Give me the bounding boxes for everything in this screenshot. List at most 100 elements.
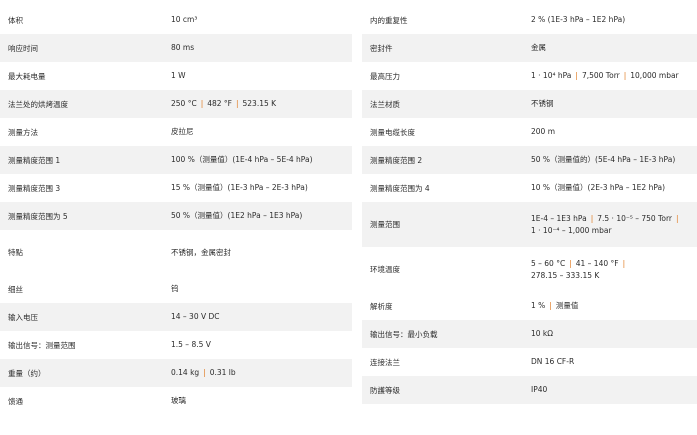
value-part: 278.15 – 333.15 K — [531, 270, 600, 280]
value-part: 皮拉尼 — [171, 127, 194, 136]
spec-row: 重量（约） 0.14 kg | 0.31 lb — [0, 359, 352, 387]
value-separator: | — [549, 301, 552, 310]
spec-label: 连接法兰 — [370, 357, 400, 367]
value-part: 1 % — [531, 301, 546, 310]
spec-value: 5 – 60 °C | 41 – 140 °F | 278.15 – 333.15 K — [531, 258, 689, 282]
spec-label: 测量精度范围 2 — [370, 155, 423, 165]
spec-row: 测量精度范围 2 50 %（测量值的）(5E-4 hPa – 1E-3 hPa) — [362, 146, 697, 174]
spec-label: 密封件 — [370, 43, 393, 53]
spec-value: 不锈钢，金属密封 — [171, 247, 344, 259]
spec-value: 0.14 kg | 0.31 lb — [171, 367, 344, 379]
spec-label: 测量精度范围 1 — [8, 155, 61, 165]
spec-row: 细丝 钨 — [0, 275, 352, 303]
value-part: 41 – 140 °F — [575, 258, 619, 268]
spec-row: 密封件 金属 — [362, 34, 697, 62]
spec-value: 1 % | 测量值 — [531, 300, 689, 312]
spec-value: 不锈钢 — [531, 98, 689, 110]
spec-value: 50 %（测量值）(1E2 hPa – 1E3 hPa) — [171, 210, 344, 222]
value-part: 0.31 lb — [209, 368, 236, 377]
spec-row: 最大耗电量 1 W — [0, 62, 352, 90]
value-separator: | — [203, 368, 206, 377]
spec-label: 输出信号：最小负载 — [370, 329, 438, 339]
spec-value: 50 %（测量值的）(5E-4 hPa – 1E-3 hPa) — [531, 154, 689, 166]
spec-value: 1E-4 – 1E3 hPa | 7.5 · 10⁻⁵ – 750 Torr | 1 ·… — [531, 213, 689, 237]
spec-row: 测量范围 1E-4 – 1E3 hPa | 7.5 · 10⁻⁵ – 750 Torr… — [362, 202, 697, 247]
value-separator: | — [575, 71, 578, 80]
spec-value: 10 cm³ — [171, 14, 344, 26]
spec-label: 最大耗电量 — [8, 71, 46, 81]
spec-label: 测量精度范围为 4 — [370, 183, 430, 193]
spec-value: 金属 — [531, 42, 689, 54]
value-part: IP40 — [531, 385, 548, 394]
value-separator: | — [623, 71, 627, 80]
spec-value: 2 % (1E-3 hPa – 1E2 hPa) — [531, 14, 689, 26]
spec-row: 解析度 1 % | 测量值 — [362, 292, 697, 320]
spec-label: 细丝 — [8, 284, 23, 294]
value-part: 0.14 kg — [171, 368, 200, 377]
spec-row: 体积 10 cm³ — [0, 6, 352, 34]
spec-value: 1.5 – 8.5 V — [171, 339, 344, 351]
spec-table: 体积 10 cm³ 响应时间 80 ms 最大耗电量 1 W 法兰处的烘烤温度 250 °C |… — [0, 0, 697, 435]
spec-value: 80 ms — [171, 42, 344, 54]
value-separator: | — [622, 258, 626, 268]
value-part: 10 %（测量值）(2E-3 hPa – 1E2 hPa) — [531, 183, 666, 192]
spec-label: 测量电缆长度 — [370, 127, 415, 137]
value-part: 1 · 10⁴ hPa — [531, 71, 572, 80]
spec-row: 测量精度范围为 4 10 %（测量值）(2E-3 hPa – 1E2 hPa) — [362, 174, 697, 202]
spec-label: 输出信号：测量范围 — [8, 340, 76, 350]
spec-row: 环境温度 5 – 60 °C | 41 – 140 °F | 278.15 – 333.1… — [362, 247, 697, 292]
spec-row: 连接法兰 DN 16 CF-R — [362, 348, 697, 376]
value-part: 2 % (1E-3 hPa – 1E2 hPa) — [531, 15, 626, 24]
spec-row: 输入电压 14 – 30 V DC — [0, 303, 352, 331]
value-part: 1.5 – 8.5 V — [171, 340, 211, 349]
value-part: 7,500 Torr — [581, 71, 620, 80]
spec-row: 测量电缆长度 200 m — [362, 118, 697, 146]
spec-label: 内的重复性 — [370, 15, 408, 25]
value-part: 10,000 mbar — [630, 71, 679, 80]
spec-row: 输出信号：最小负载 10 kΩ — [362, 320, 697, 348]
spec-row: 响应时间 80 ms — [0, 34, 352, 62]
spec-row: 特點 不锈钢，金属密封 — [0, 230, 352, 275]
value-part: 14 – 30 V DC — [171, 312, 220, 321]
spec-row: 防護等级 IP40 — [362, 376, 697, 404]
spec-value: 皮拉尼 — [171, 126, 344, 138]
spec-column-left: 体积 10 cm³ 响应时间 80 ms 最大耗电量 1 W 法兰处的烘烤温度 250 °C |… — [0, 6, 352, 415]
value-part: 10 kΩ — [531, 329, 554, 338]
spec-value: 1 · 10⁴ hPa | 7,500 Torr | 10,000 mbar — [531, 70, 689, 82]
spec-label: 馈通 — [8, 396, 23, 406]
spec-value: 15 %（测量值）(1E-3 hPa – 2E-3 hPa) — [171, 182, 344, 194]
value-separator: | — [569, 258, 572, 268]
spec-row: 法兰处的烘烤温度 250 °C | 482 °F | 523.15 K — [0, 90, 352, 118]
value-part: 1 W — [171, 71, 186, 80]
spec-label: 体积 — [8, 15, 23, 25]
value-part: 50 %（测量值的）(5E-4 hPa – 1E-3 hPa) — [531, 155, 676, 164]
spec-row: 测量精度范围为 5 50 %（测量值）(1E2 hPa – 1E3 hPa) — [0, 202, 352, 230]
spec-value: 250 °C | 482 °F | 523.15 K — [171, 98, 344, 110]
spec-label: 解析度 — [370, 301, 393, 311]
spec-label: 法兰处的烘烤温度 — [8, 99, 68, 109]
value-part: 玻璃 — [171, 396, 186, 405]
spec-row: 输出信号：测量范围 1.5 – 8.5 V — [0, 331, 352, 359]
spec-row: 测量精度范围 1 100 %（测量值）(1E-4 hPa – 5E-4 hPa) — [0, 146, 352, 174]
spec-value: 1 W — [171, 70, 344, 82]
value-part: 100 %（测量值）(1E-4 hPa – 5E-4 hPa) — [171, 155, 313, 164]
value-part: DN 16 CF-R — [531, 357, 575, 366]
value-separator: | — [200, 99, 204, 108]
value-part: 250 °C — [171, 99, 197, 108]
spec-label: 环境温度 — [370, 265, 400, 274]
value-part: 7.5 · 10⁻⁵ – 750 Torr — [597, 213, 672, 223]
spec-label: 输入电压 — [8, 312, 38, 322]
value-separator: | — [235, 99, 239, 108]
value-separator: | — [590, 213, 594, 223]
value-part: 1 · 10⁻⁴ – 1,000 mbar — [531, 225, 612, 235]
value-part: 不锈钢 — [531, 99, 554, 108]
value-part: 482 °F — [207, 99, 232, 108]
value-part: 1E-4 – 1E3 hPa — [531, 213, 587, 223]
spec-value: IP40 — [531, 384, 689, 396]
value-separator: | — [676, 213, 679, 223]
spec-value: DN 16 CF-R — [531, 356, 689, 368]
value-part: 不锈钢，金属密封 — [171, 247, 231, 257]
spec-row: 测量方法 皮拉尼 — [0, 118, 352, 146]
spec-row: 馈通 玻璃 — [0, 387, 352, 415]
value-part: 80 ms — [171, 43, 195, 52]
